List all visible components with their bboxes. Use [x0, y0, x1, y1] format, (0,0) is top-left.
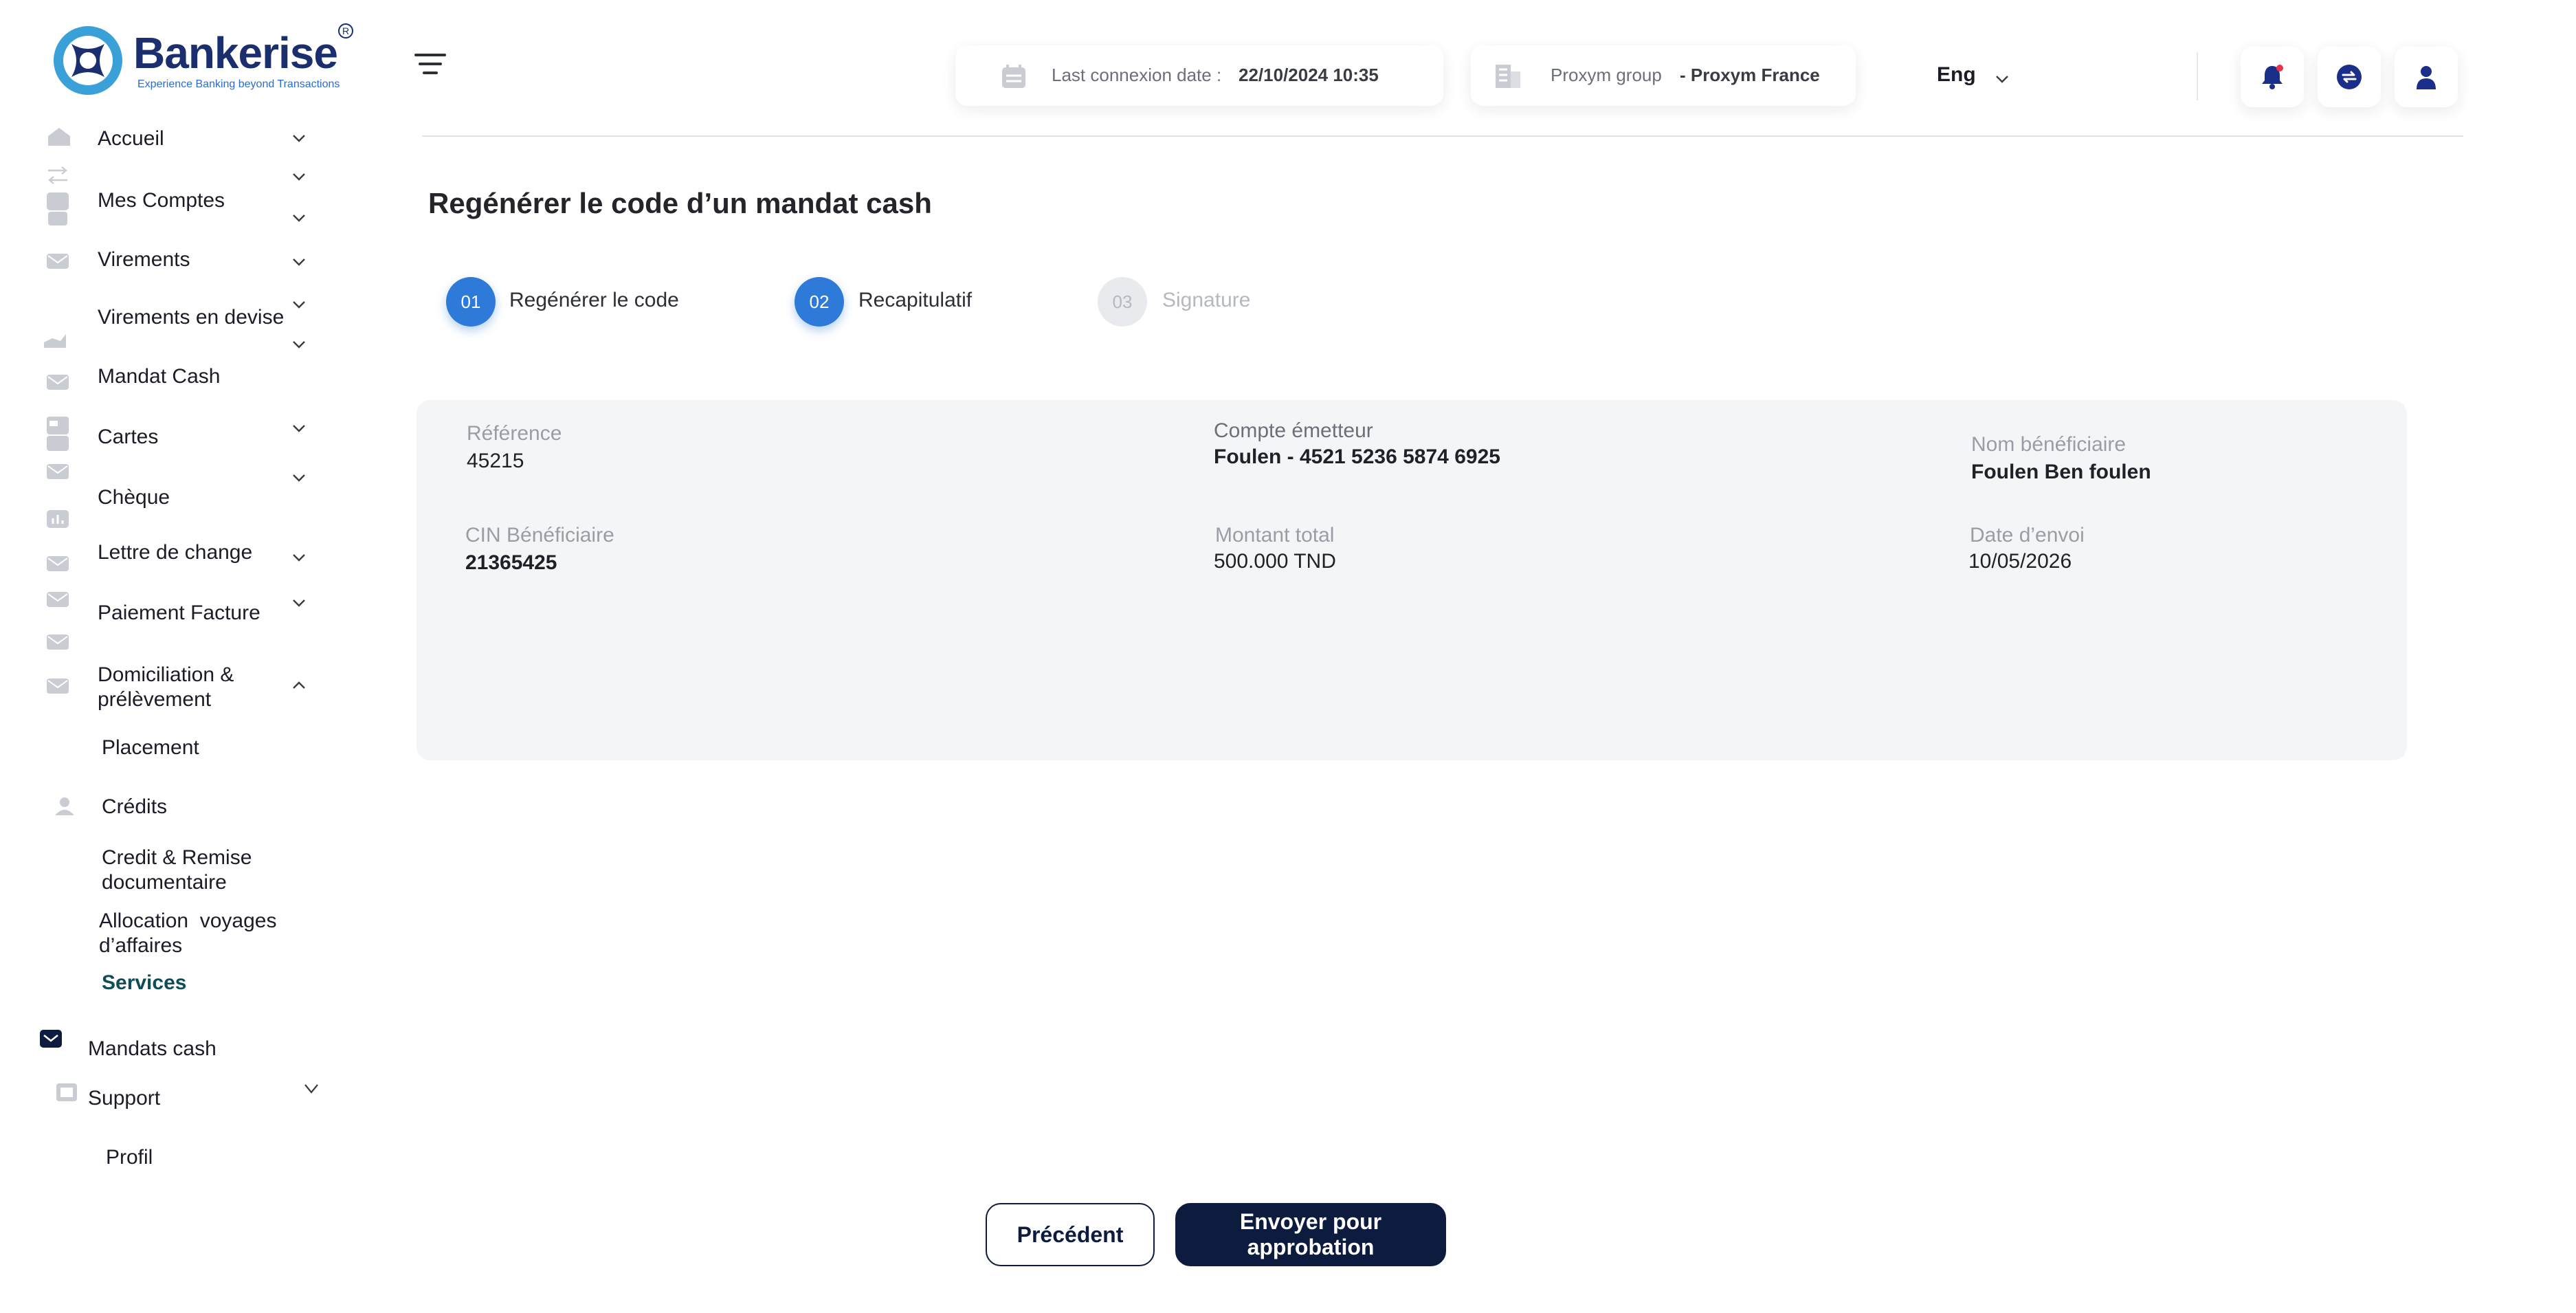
refresh-icon [2337, 65, 2362, 89]
step-02-label: Recapitulatif [858, 289, 973, 311]
envelope-icon [47, 678, 69, 694]
registered-mark: R [338, 23, 353, 38]
date-envoi-label: Date d’envoi [1970, 524, 2085, 547]
support-icon [56, 1083, 77, 1101]
last-connexion-label: Last connexion date : [1052, 65, 1222, 85]
envelope-icon [47, 464, 69, 479]
chevron-down-icon[interactable] [291, 210, 307, 225]
chevron-down-icon[interactable] [291, 337, 307, 352]
submit-approval-button[interactable]: Envoyer pour approbation [1175, 1203, 1446, 1266]
bankerise-logo[interactable]: Bankerise R Experience Banking beyond Tr… [51, 23, 360, 99]
chevron-down-icon[interactable] [291, 421, 307, 436]
sidebar-item-support[interactable]: Support [88, 1086, 160, 1111]
language-selector[interactable]: Eng [1937, 63, 1976, 87]
envelope-icon [47, 254, 69, 269]
chevron-down-icon[interactable] [291, 169, 307, 184]
sidebar-item-mandats-cash[interactable]: Mandats cash [88, 1037, 216, 1061]
switch-account-button[interactable] [2318, 47, 2381, 107]
compte-emetteur-label: Compte émetteur [1214, 419, 1373, 442]
home-icon [48, 128, 70, 146]
sidebar-item-virements[interactable]: Virements [98, 247, 190, 272]
envelope-icon [47, 592, 69, 607]
step-03-indicator: 03 [1098, 277, 1147, 327]
notifications-button[interactable] [2241, 47, 2304, 107]
hamburger-menu-icon[interactable] [414, 52, 446, 76]
sidebar-item-paiement-facture[interactable]: Paiement Facture [98, 601, 260, 626]
brand-name: Bankerise [133, 28, 338, 78]
montant-total-value: 500.000 TND [1214, 550, 1336, 573]
previous-button[interactable]: Précédent [986, 1203, 1155, 1266]
chevron-down-icon[interactable] [291, 595, 307, 610]
nom-beneficiaire-label: Nom bénéficiaire [1971, 433, 2127, 456]
chevron-down-icon[interactable] [291, 254, 307, 269]
sidebar-item-mes-comptes[interactable]: Mes Comptes [98, 188, 225, 213]
header-divider [2197, 52, 2198, 100]
building-icon [1496, 65, 1520, 88]
sidebar-item-credits[interactable]: Crédits [102, 795, 167, 819]
chart-icon [47, 510, 69, 528]
company-card[interactable]: Proxym group - Proxym France [1471, 45, 1856, 106]
envelope-icon [40, 1030, 62, 1048]
chevron-down-icon[interactable] [1995, 71, 2010, 87]
sidebar-item-cheque[interactable]: Chèque [98, 485, 170, 510]
chevron-down-icon[interactable] [291, 550, 307, 565]
sidebar-item-mandat-cash[interactable]: Mandat Cash [98, 364, 220, 389]
logo-mark-icon [54, 26, 122, 95]
sidebar-item-lettre-de-change[interactable]: Lettre de change [98, 540, 252, 565]
chevron-down-icon[interactable] [291, 131, 307, 146]
compte-emetteur-value: Foulen - 4521 5236 5874 6925 [1214, 445, 1500, 468]
bank-icon [48, 212, 67, 225]
currency-transfer-icon [44, 334, 66, 348]
envelope-icon [47, 375, 69, 390]
step-01-indicator: 01 [446, 277, 496, 327]
cin-beneficiaire-value: 21365425 [465, 551, 557, 574]
montant-total-label: Montant total [1215, 524, 1335, 547]
card-image-icon [47, 436, 69, 451]
chevron-down-icon[interactable] [304, 1081, 319, 1096]
cin-beneficiaire-label: CIN Bénéficiaire [465, 524, 614, 547]
sidebar-item-profil[interactable]: Profil [106, 1145, 153, 1170]
user-icon [55, 797, 74, 815]
user-icon [2417, 66, 2436, 89]
sidebar-item-services[interactable]: Services [102, 971, 186, 995]
reference-value: 45215 [467, 450, 524, 472]
sidebar-item-virements-devise[interactable]: Virements en devise [98, 305, 284, 330]
step-02-indicator: 02 [795, 277, 844, 327]
last-connexion-card: Last connexion date : 22/10/2024 10:35 [955, 45, 1443, 106]
brand-tagline: Experience Banking beyond Transactions [137, 78, 340, 90]
sidebar-item-domiciliation[interactable]: Domiciliation & prélèvement [98, 663, 276, 712]
page-title: Regénérer le code d’un mandat cash [428, 187, 932, 219]
user-profile-button[interactable] [2395, 47, 2458, 107]
sidebar-item-credit-remise[interactable]: Credit & Remise documentaire [102, 846, 280, 895]
bell-icon [2262, 65, 2283, 89]
calendar-icon [1002, 65, 1025, 88]
group-label: Proxym group [1551, 65, 1662, 85]
step-03-label: Signature [1162, 289, 1251, 311]
transfer-arrows-icon [48, 166, 67, 184]
sidebar-item-accueil[interactable]: Accueil [98, 126, 164, 151]
last-connexion-value: 22/10/2024 10:35 [1239, 65, 1379, 85]
date-envoi-value: 10/05/2026 [1968, 550, 2072, 573]
nom-beneficiaire-value: Foulen Ben foulen [1971, 461, 2151, 483]
chevron-up-icon[interactable] [291, 678, 307, 693]
recap-panel: Référence 45215 Compte émetteur Foulen -… [417, 400, 2407, 760]
chevron-down-icon[interactable] [291, 297, 307, 312]
chevron-down-icon[interactable] [291, 470, 307, 485]
sidebar-item-cartes[interactable]: Cartes [98, 425, 158, 450]
step-01-label: Regénérer le code [509, 289, 679, 311]
envelope-icon [47, 556, 69, 571]
header-divider-line [422, 135, 2463, 137]
sidebar-item-allocation-voyages[interactable]: Allocation voyages d’affaires [99, 909, 305, 958]
envelope-icon [47, 635, 69, 650]
reference-label: Référence [467, 422, 562, 445]
sidebar-item-placement[interactable]: Placement [102, 736, 199, 760]
group-value: - Proxym France [1680, 65, 1820, 85]
